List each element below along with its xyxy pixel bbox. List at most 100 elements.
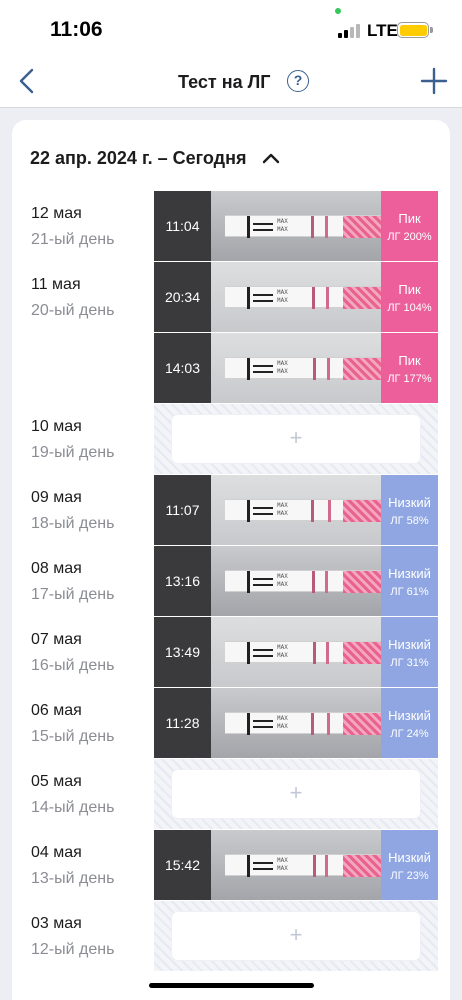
day-date: 03 мая — [31, 915, 82, 932]
test-time: 11:28 — [154, 688, 211, 758]
back-button[interactable] — [14, 66, 42, 96]
strip-control-line — [313, 642, 316, 664]
lh-result-badge: Пик ЛГ 200% — [381, 191, 438, 261]
strip-arrow — [253, 300, 273, 302]
strip-arrow — [253, 720, 273, 722]
strip-test-line — [326, 642, 329, 664]
day-date: 09 мая — [31, 489, 82, 506]
day-date: 12 мая — [31, 205, 82, 222]
strip-arrow — [253, 507, 273, 509]
strip-max-label: MAX MAX — [277, 715, 288, 730]
test-entry[interactable]: 15:42 MAX MAX Низкий ЛГ 23% — [154, 830, 438, 900]
day-row: 03 мая 12-ый день + — [12, 901, 450, 972]
day-date: 08 мая — [31, 560, 82, 577]
day-date: 07 мая — [31, 631, 82, 648]
add-test-button[interactable]: + — [172, 415, 420, 463]
test-strip-photo: MAX MAX — [211, 475, 381, 545]
strip-max-label: MAX MAX — [277, 857, 288, 872]
strip-arrow — [253, 223, 273, 225]
lh-level: Низкий — [388, 495, 431, 510]
test-history-card: 22 апр. 2024 г. – Сегодня 12 мая 21-ый де… — [12, 120, 450, 1000]
lh-result-badge: Низкий ЛГ 61% — [381, 546, 438, 616]
test-strip: MAX MAX — [225, 854, 381, 877]
strip-sample-pad — [343, 358, 381, 380]
lh-level: Низкий — [388, 708, 431, 723]
test-entry[interactable]: 14:03 MAX MAX Пик ЛГ 177% — [154, 333, 438, 403]
lh-result-badge: Низкий ЛГ 31% — [381, 617, 438, 687]
day-row: 07 мая 16-ый день 13:49 MAX MAX Низкий ЛГ 31% — [12, 617, 450, 688]
strip-max-label: MAX MAX — [277, 360, 288, 375]
test-strip-photo: MAX MAX — [211, 688, 381, 758]
cycle-day: 17-ый день — [31, 586, 115, 603]
home-indicator[interactable] — [149, 983, 314, 988]
test-entry[interactable]: 13:49 MAX MAX Низкий ЛГ 31% — [154, 617, 438, 687]
test-strip: MAX MAX — [225, 286, 381, 309]
test-strip: MAX MAX — [225, 570, 381, 593]
day-row: 10 мая 19-ый день + — [12, 404, 450, 475]
day-row: 05 мая 14-ый день + — [12, 759, 450, 830]
day-row: 12 мая 21-ый день 11:04 MAX MAX Пик ЛГ 200% — [12, 191, 450, 262]
add-test-button[interactable]: + — [172, 912, 420, 960]
strip-handle-bar — [247, 216, 250, 238]
strip-control-line — [312, 571, 315, 593]
lh-result-badge: Низкий ЛГ 23% — [381, 830, 438, 900]
strip-sample-pad — [343, 287, 381, 309]
strip-max-label: MAX MAX — [277, 218, 288, 233]
test-strip-photo: MAX MAX — [211, 333, 381, 403]
test-entry[interactable]: 13:16 MAX MAX Низкий ЛГ 61% — [154, 546, 438, 616]
test-entry[interactable]: 11:04 MAX MAX Пик ЛГ 200% — [154, 191, 438, 261]
test-strip: MAX MAX — [225, 499, 381, 522]
test-time: 11:04 — [154, 191, 211, 261]
strip-arrow — [253, 294, 273, 296]
test-strip: MAX MAX — [225, 357, 381, 380]
plus-icon: + — [289, 922, 303, 947]
lh-level: Низкий — [388, 637, 431, 652]
empty-test-slot: + — [154, 759, 438, 829]
lh-percentage: ЛГ 104% — [387, 302, 432, 314]
lh-percentage: ЛГ 31% — [390, 657, 429, 669]
strip-handle-bar — [247, 287, 250, 309]
add-test-button[interactable]: + — [172, 770, 420, 818]
date-range-toggle[interactable]: 22 апр. 2024 г. – Сегодня — [30, 146, 280, 170]
strip-test-line — [327, 713, 330, 735]
test-entry[interactable]: 11:07 MAX MAX Низкий ЛГ 58% — [154, 475, 438, 545]
page-title: Тест на ЛГ — [178, 72, 271, 92]
test-strip-photo: MAX MAX — [211, 830, 381, 900]
strip-sample-pad — [343, 855, 381, 877]
lh-result-badge: Низкий ЛГ 58% — [381, 475, 438, 545]
day-row: 04 мая 13-ый день 15:42 MAX MAX Низкий ЛГ 23% — [12, 830, 450, 901]
lh-level: Низкий — [388, 850, 431, 865]
battery-icon — [397, 22, 433, 38]
test-time: 13:16 — [154, 546, 211, 616]
day-date: 10 мая — [31, 418, 82, 435]
cycle-day: 21-ый день — [31, 231, 115, 248]
test-entry[interactable]: 20:34 MAX MAX Пик ЛГ 104% — [154, 262, 438, 332]
test-time: 15:42 — [154, 830, 211, 900]
add-button[interactable] — [420, 67, 448, 95]
lh-level: Пик — [398, 353, 421, 368]
day-row: 11 мая 20-ый день 20:34 MAX MAX Пик ЛГ 104% 14:… — [12, 262, 450, 404]
strip-handle-bar — [247, 642, 250, 664]
test-strip: MAX MAX — [225, 641, 381, 664]
strip-max-label: MAX MAX — [277, 502, 288, 517]
strip-arrow — [253, 649, 273, 651]
help-circle-icon[interactable]: ? — [287, 70, 309, 92]
strip-control-line — [311, 216, 314, 238]
date-range-label: 22 апр. 2024 г. – Сегодня — [30, 147, 247, 168]
strip-test-line — [325, 855, 328, 877]
day-date: 06 мая — [31, 702, 82, 719]
strip-arrow — [253, 655, 273, 657]
status-time: 11:06 — [50, 18, 103, 41]
test-strip-photo: MAX MAX — [211, 262, 381, 332]
cycle-day: 15-ый день — [31, 728, 115, 745]
day-date: 05 мая — [31, 773, 82, 790]
strip-handle-bar — [247, 571, 250, 593]
status-bar: 11:06 LTE — [0, 0, 462, 56]
test-entry[interactable]: 11:28 MAX MAX Низкий ЛГ 24% — [154, 688, 438, 758]
empty-test-slot: + — [154, 901, 438, 971]
strip-control-line — [311, 713, 314, 735]
test-time: 20:34 — [154, 262, 211, 332]
day-row: 09 мая 18-ый день 11:07 MAX MAX Низкий ЛГ 58% — [12, 475, 450, 546]
test-time: 14:03 — [154, 333, 211, 403]
lh-percentage: ЛГ 58% — [390, 515, 429, 527]
